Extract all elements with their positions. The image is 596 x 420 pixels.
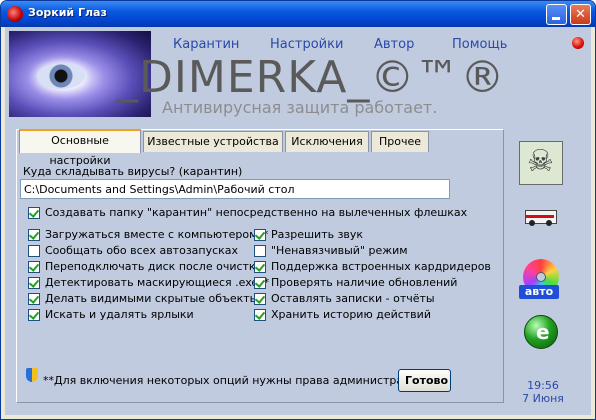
done-button[interactable]: Готово: [398, 369, 451, 392]
refresh-icon: e: [536, 320, 550, 344]
tab-main-settings[interactable]: Основные настройки: [19, 129, 141, 167]
detect-masked-exe-label: Детектировать маскирующиеся .exe**: [45, 276, 270, 289]
admin-shield-icon: [26, 368, 38, 382]
show-hidden-label: Делать видимыми скрытые объекты: [45, 292, 259, 305]
minimize-button[interactable]: [546, 4, 567, 25]
tab-exclusions[interactable]: Исключения: [285, 131, 369, 152]
cardreaders-checkbox[interactable]: [254, 261, 266, 273]
eye-icon: [37, 63, 85, 89]
ambulance-wheel: [546, 220, 552, 226]
clock-time: 19:56: [527, 379, 559, 392]
ambulance-icon[interactable]: [525, 206, 557, 226]
app-eye-icon: [7, 6, 23, 22]
reconnect-disk-checkbox[interactable]: [28, 261, 40, 273]
allow-sound-checkbox[interactable]: [254, 229, 266, 241]
title-bar[interactable]: Зоркий Глаз ✕: [1, 1, 595, 27]
autostart-checkbox[interactable]: [28, 229, 40, 241]
header-banner: Карантин Настройки Автор Помощь _DIMERKA…: [5, 27, 591, 123]
reconnect-disk-label: Переподключать диск после очистки: [45, 260, 263, 273]
clock: 19:56 7 Июня: [521, 379, 565, 405]
nav-author-link[interactable]: Автор: [374, 37, 414, 52]
status-indicator-icon[interactable]: [572, 37, 584, 49]
remove-shortcuts-checkbox[interactable]: [28, 309, 40, 321]
autostart-label: Загружаться вместе с компьютером**: [45, 228, 269, 241]
allow-sound-label: Разрешить звук: [271, 228, 364, 241]
report-autoruns-checkbox[interactable]: [28, 245, 40, 257]
quarantine-path-input[interactable]: [20, 179, 450, 199]
leave-reports-label: Оставлять записки - отчёты: [271, 292, 435, 305]
ambulance-stripe: [526, 215, 554, 218]
nav-quarantine-link[interactable]: Карантин: [173, 37, 239, 52]
cardreaders-label: Поддержка встроенных кардридеров: [271, 260, 491, 273]
app-window: Зоркий Глаз ✕ Карантин Настройки Автор П…: [0, 0, 596, 420]
check-updates-label: Проверять наличие обновлений: [271, 276, 458, 289]
nav-help-link[interactable]: Помощь: [452, 37, 507, 52]
close-button[interactable]: ✕: [570, 4, 591, 25]
report-autoruns-label: Сообщать обо всех автозапусках: [45, 244, 239, 257]
ambulance-wheel: [529, 220, 535, 226]
keep-history-label: Хранить историю действий: [271, 308, 431, 321]
detect-masked-exe-checkbox[interactable]: [28, 277, 40, 289]
close-icon: ✕: [575, 7, 586, 22]
tab-other[interactable]: Прочее: [371, 131, 429, 152]
keep-history-checkbox[interactable]: [254, 309, 266, 321]
watermark-text: _DIMERKA_©™®: [116, 52, 506, 103]
skull-icon[interactable]: [519, 141, 563, 185]
nav-settings-link[interactable]: Настройки: [270, 37, 343, 52]
clock-date: 7 Июня: [522, 392, 564, 405]
window-title: Зоркий Глаз: [28, 6, 107, 19]
create-folder-label: Создавать папку "карантин" непосредствен…: [45, 206, 468, 219]
create-folder-checkbox[interactable]: [28, 207, 40, 219]
remove-shortcuts-label: Искать и удалять ярлыки: [45, 308, 194, 321]
protection-status: Антивирусная защита работает.: [162, 98, 438, 117]
quarantine-label: Куда складывать вирусы? (карантин): [23, 165, 243, 178]
quiet-mode-label: "Ненавязчивый" режим: [271, 244, 408, 257]
show-hidden-checkbox[interactable]: [28, 293, 40, 305]
quiet-mode-checkbox[interactable]: [254, 245, 266, 257]
admin-note: **Для включения некоторых опций нужны пр…: [43, 374, 431, 387]
update-globe-icon[interactable]: e: [524, 315, 558, 349]
check-updates-checkbox[interactable]: [254, 277, 266, 289]
tab-known-devices[interactable]: Известные устройства: [143, 131, 283, 152]
leave-reports-checkbox[interactable]: [254, 293, 266, 305]
auto-badge[interactable]: авто: [519, 285, 559, 299]
